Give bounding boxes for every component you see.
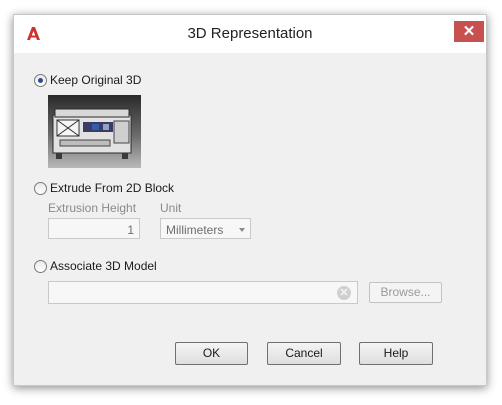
- associate-radio[interactable]: [34, 260, 47, 273]
- browse-button[interactable]: Browse...: [369, 282, 442, 303]
- title-bar: 3D Representation ✕: [14, 15, 486, 53]
- dialog-window: 3D Representation ✕ Keep Original 3D Ext…: [13, 14, 487, 386]
- extrude-label: Extrude From 2D Block: [50, 181, 175, 195]
- clear-icon[interactable]: ✕: [337, 286, 351, 300]
- keep-original-radio[interactable]: [34, 74, 47, 87]
- unit-select-value: Millimeters: [166, 223, 224, 237]
- help-button[interactable]: Help: [359, 342, 433, 365]
- associate-label: Associate 3D Model: [50, 259, 157, 273]
- cancel-button[interactable]: Cancel: [267, 342, 341, 365]
- close-icon: ✕: [462, 23, 476, 40]
- extrusion-height-value: 1: [127, 223, 134, 237]
- model-path-field[interactable]: ✕: [48, 281, 358, 304]
- dialog-title: 3D Representation: [187, 25, 313, 42]
- unit-select[interactable]: Millimeters: [160, 218, 251, 239]
- ok-button[interactable]: OK: [175, 342, 248, 365]
- keep-original-label: Keep Original 3D: [50, 73, 142, 87]
- extrusion-height-field[interactable]: 1: [48, 218, 140, 239]
- extrusion-height-label: Extrusion Height: [48, 201, 137, 215]
- model-preview-thumbnail: [48, 95, 141, 168]
- close-button[interactable]: ✕: [454, 21, 484, 42]
- extrude-radio[interactable]: [34, 182, 47, 195]
- chevron-down-icon: [239, 228, 245, 232]
- unit-label: Unit: [160, 201, 182, 215]
